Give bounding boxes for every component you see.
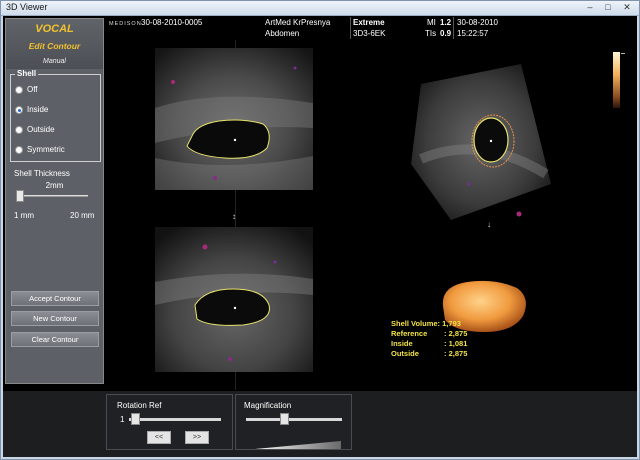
inside-row: Inside: 1,081 (391, 339, 468, 348)
view-a-image[interactable] (155, 48, 313, 190)
grayscale-tick (621, 53, 625, 54)
rotation-ref-control: Rotation Ref 1 << >> (106, 394, 233, 450)
shell-thickness-label: Shell Thickness (14, 169, 70, 178)
shell-thickness-value: 2mm (45, 181, 64, 190)
preset-name: Extreme (353, 18, 385, 27)
shell-thickness-max: 20 mm (70, 211, 95, 220)
shell-thickness-slider[interactable] (16, 195, 88, 197)
clear-contour-button[interactable]: Clear Contour (11, 332, 99, 347)
panel-header: VOCAL Edit Contour Manual (6, 19, 103, 69)
radio-symmetric-dot[interactable] (15, 146, 23, 154)
tis-value: 0.9 (440, 29, 452, 38)
accept-contour-button[interactable]: Accept Contour (11, 291, 99, 306)
panel-subtitle: Edit Contour (28, 41, 81, 51)
tis-label: TIs (425, 29, 437, 38)
shell-group-label: Shell (15, 69, 39, 78)
reference-label: Reference (391, 329, 428, 338)
exam-time: 15:22:57 (457, 29, 489, 38)
maximize-icon[interactable]: □ (602, 2, 614, 14)
view-a[interactable] (155, 48, 313, 190)
patient-id: 30-08-2010-0005 (141, 18, 203, 27)
cursor-marker: ↓ (487, 220, 491, 229)
shell-volume-value: 1,793 (442, 319, 461, 328)
exam-date: 30-08-2010 (457, 18, 498, 27)
radio-outside-dot[interactable] (15, 126, 23, 134)
inside-label: Inside (391, 339, 413, 348)
outside-value: 2,875 (448, 349, 468, 358)
title-bar: 3D Viewer – □ ✕ (1, 1, 639, 16)
cursor-marker: ↕ (232, 212, 236, 221)
mi-value: 1.2 (440, 18, 452, 27)
outside-row: Outside: 2,875 (391, 349, 468, 358)
shell-thickness-min: 1 mm (14, 211, 34, 220)
header-divider (453, 17, 454, 39)
probe-name: 3D3-6EK (353, 29, 386, 38)
magnification-control: Magnification (235, 394, 352, 450)
rotation-ref-value: 1 (120, 415, 125, 424)
reference-value: 2,875 (448, 329, 468, 338)
radio-off-dot[interactable] (15, 86, 23, 94)
brand-logo: MEDISON (109, 21, 142, 27)
mi-label: MI (427, 18, 436, 27)
vocal-panel: VOCAL Edit Contour Manual Shell Off Insi… (5, 18, 104, 384)
shell-volume-row: Shell Volume: 1,793 (391, 319, 461, 328)
shell-thickness-thumb[interactable] (16, 190, 24, 202)
shell-volume-label: Shell Volume (391, 319, 438, 328)
shell-group: Shell Off Inside Outside Symmetric (10, 69, 101, 162)
view-b[interactable] (411, 64, 551, 220)
view-b-image[interactable] (411, 64, 551, 220)
magnification-thumb[interactable] (280, 413, 289, 425)
outside-label: Outside (391, 349, 419, 358)
site-name: ArtMed KrPresnya (265, 18, 331, 27)
close-icon[interactable]: ✕ (621, 2, 633, 14)
radio-inside-label: Inside (27, 105, 49, 114)
rotate-prev-button[interactable]: << (147, 431, 171, 444)
app-window: 3D Viewer – □ ✕ VOCAL Edit Contour Manua… (0, 0, 640, 460)
rotation-ref-slider[interactable] (129, 418, 221, 421)
inside-value: 1,081 (448, 339, 468, 348)
rotate-next-button[interactable]: >> (185, 431, 209, 444)
view-c[interactable] (155, 227, 313, 372)
magnification-slider[interactable] (246, 418, 342, 421)
reference-row: Reference: 2,875 (391, 329, 468, 338)
grayscale-bar (613, 52, 620, 108)
rotation-ref-label: Rotation Ref (117, 401, 162, 410)
panel-title: VOCAL (35, 23, 74, 35)
exam-type: Abdomen (265, 29, 300, 38)
rotation-ref-thumb[interactable] (131, 413, 140, 425)
radio-off-label: Off (27, 85, 38, 94)
panel-mode: Manual (43, 58, 66, 65)
client-area: VOCAL Edit Contour Manual Shell Off Insi… (3, 16, 637, 457)
magnification-label: Magnification (244, 401, 292, 410)
window-title: 3D Viewer (6, 2, 48, 12)
radio-outside-label: Outside (27, 125, 55, 134)
header-divider (350, 17, 351, 39)
radio-symmetric-label: Symmetric (27, 145, 65, 154)
new-contour-button[interactable]: New Contour (11, 311, 99, 326)
minimize-icon[interactable]: – (584, 2, 596, 14)
radio-inside-dot[interactable] (15, 106, 23, 114)
view-c-image[interactable] (155, 227, 313, 372)
